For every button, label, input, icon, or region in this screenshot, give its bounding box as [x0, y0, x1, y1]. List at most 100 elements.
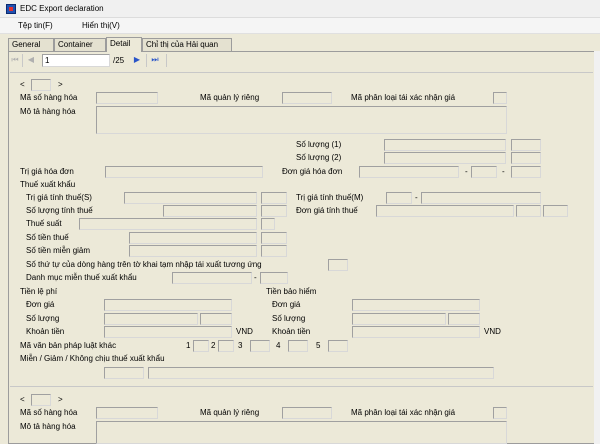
legal-index-1: 1	[186, 341, 191, 350]
fee-amount-field[interactable]	[104, 326, 232, 338]
window-title: EDC Export declaration	[20, 4, 104, 13]
menu-file[interactable]: Tệp tin(F)	[18, 21, 53, 30]
label-insurance-unit-price: Đơn giá	[272, 300, 301, 309]
label-invoice-unit-price: Đơn giá hóa đơn	[282, 167, 343, 176]
menu-view[interactable]: Hiển thị(V)	[82, 21, 120, 30]
invoice-unit-field[interactable]	[511, 166, 541, 178]
taxable-unit-price-unit[interactable]	[543, 205, 568, 217]
exemption-amount-field[interactable]	[129, 245, 257, 257]
price-reconfirm-field[interactable]	[493, 92, 507, 104]
tax-rate-field[interactable]	[79, 218, 257, 230]
hs-code-field[interactable]	[96, 92, 158, 104]
taxable-quantity-unit[interactable]	[261, 205, 287, 217]
label-quantity-2: Số lượng (2)	[296, 153, 342, 162]
label-insurance-amount: Khoản tiền	[272, 327, 311, 336]
exemption-type-code-field[interactable]	[104, 367, 144, 379]
exemption-list-field[interactable]	[172, 272, 252, 284]
label-exemption-amount: Số tiền miễn giảm	[26, 246, 91, 255]
fee-quantity-unit[interactable]	[200, 313, 232, 325]
item-prev[interactable]: <	[20, 80, 25, 90]
first-record-icon[interactable]: ⏮	[10, 55, 20, 65]
label-hs-code-2: Mã số hàng hóa	[20, 408, 78, 417]
taxable-unit-price-currency[interactable]	[516, 205, 541, 217]
exemption-type-desc-field[interactable]	[148, 367, 494, 379]
exemption-list-line-field[interactable]	[260, 272, 288, 284]
taxable-value-m-currency[interactable]	[386, 192, 412, 204]
item-index-field[interactable]	[31, 79, 51, 91]
invoice-unit-price-field[interactable]	[359, 166, 459, 178]
label-fee-amount: Khoản tiền	[26, 327, 65, 336]
label-quantity-1: Số lượng (1)	[296, 140, 342, 149]
description-2-field[interactable]	[96, 421, 507, 444]
label-exemption-list: Danh mục miễn thuế xuất khẩu	[26, 273, 137, 282]
fee-quantity-field[interactable]	[104, 313, 198, 325]
section-export-tax: Thuế xuất khẩu	[20, 180, 76, 189]
label-description: Mô tả hàng hóa	[20, 107, 76, 116]
label-temp-import-line: Số thứ tự của dòng hàng trên tờ khai tạm…	[26, 260, 262, 269]
label-taxable-value-s: Trị giá tính thuế(S)	[26, 193, 92, 202]
tab-container[interactable]: Container	[54, 38, 106, 51]
legal-index-4: 4	[276, 341, 281, 350]
label-description-2: Mô tả hàng hóa	[20, 422, 76, 431]
legal-code-2-field[interactable]	[218, 340, 234, 352]
section-insurance: Tiền bảo hiểm	[266, 287, 317, 296]
last-record-icon[interactable]: ⏭	[150, 55, 160, 65]
price-reconfirm-2-field[interactable]	[493, 407, 507, 419]
exemption-amount-currency[interactable]	[261, 245, 287, 257]
quantity-1-unit-field[interactable]	[511, 139, 541, 151]
legal-code-4-field[interactable]	[288, 340, 308, 352]
label-tax-rate: Thuế suất	[26, 219, 62, 228]
quantity-1-field[interactable]	[384, 139, 506, 151]
label-price-reconfirm: Mã phân loại tái xác nhận giá	[351, 93, 456, 102]
insurance-quantity-unit[interactable]	[448, 313, 480, 325]
next-record-icon[interactable]: ▶	[132, 55, 142, 65]
insurance-quantity-field[interactable]	[352, 313, 446, 325]
invoice-currency-field[interactable]	[471, 166, 497, 178]
item2-prev[interactable]: <	[20, 395, 25, 405]
tax-amount-field[interactable]	[129, 232, 257, 244]
label-taxable-unit-price: Đơn giá tính thuế	[296, 206, 358, 215]
fee-currency-vnd: VND	[236, 327, 253, 336]
prev-record-icon[interactable]: ◀	[26, 55, 36, 65]
section-fees: Tiền lệ phí	[20, 287, 58, 296]
management-code-field[interactable]	[282, 92, 332, 104]
quantity-2-field[interactable]	[384, 152, 506, 164]
tax-rate-type-field[interactable]	[261, 218, 275, 230]
label-insurance-quantity: Số lượng	[272, 314, 306, 323]
temp-import-line-field[interactable]	[328, 259, 348, 271]
management-code-2-field[interactable]	[282, 407, 332, 419]
item-next[interactable]: >	[58, 80, 63, 90]
taxable-value-m-field[interactable]	[421, 192, 541, 204]
vertical-scrollbar[interactable]	[594, 51, 600, 444]
quantity-2-unit-field[interactable]	[511, 152, 541, 164]
dash: -	[502, 167, 505, 176]
label-taxable-value-m: Trị giá tính thuế(M)	[296, 193, 364, 202]
taxable-value-s-currency[interactable]	[261, 192, 287, 204]
description-field[interactable]	[96, 106, 507, 134]
tab-general[interactable]: General	[8, 38, 54, 51]
fee-unit-price-field[interactable]	[104, 299, 232, 311]
page-number-input[interactable]: 1	[42, 54, 110, 67]
dash: -	[254, 273, 257, 282]
insurance-amount-field[interactable]	[352, 326, 480, 338]
taxable-value-s-field[interactable]	[124, 192, 257, 204]
separator	[166, 54, 167, 67]
divider	[10, 386, 593, 387]
legal-index-5: 5	[316, 341, 321, 350]
label-exemption-type: Miễn / Giảm / Không chịu thuế xuất khẩu	[20, 354, 165, 363]
tab-detail[interactable]: Detail	[106, 37, 142, 52]
legal-code-1-field[interactable]	[193, 340, 209, 352]
tax-amount-currency[interactable]	[261, 232, 287, 244]
taxable-unit-price-field[interactable]	[376, 205, 514, 217]
invoice-value-field[interactable]	[105, 166, 263, 178]
insurance-unit-price-field[interactable]	[352, 299, 480, 311]
legal-code-3-field[interactable]	[250, 340, 270, 352]
taxable-quantity-field[interactable]	[163, 205, 257, 217]
hs-code-2-field[interactable]	[96, 407, 158, 419]
legal-code-5-field[interactable]	[328, 340, 348, 352]
item2-next[interactable]: >	[58, 395, 63, 405]
label-price-reconfirm-2: Mã phân loại tái xác nhận giá	[351, 408, 456, 417]
label-fee-unit-price: Đơn giá	[26, 300, 55, 309]
item2-index-field[interactable]	[31, 394, 51, 406]
tab-customs-instructions[interactable]: Chỉ thị của Hải quan	[142, 38, 232, 51]
